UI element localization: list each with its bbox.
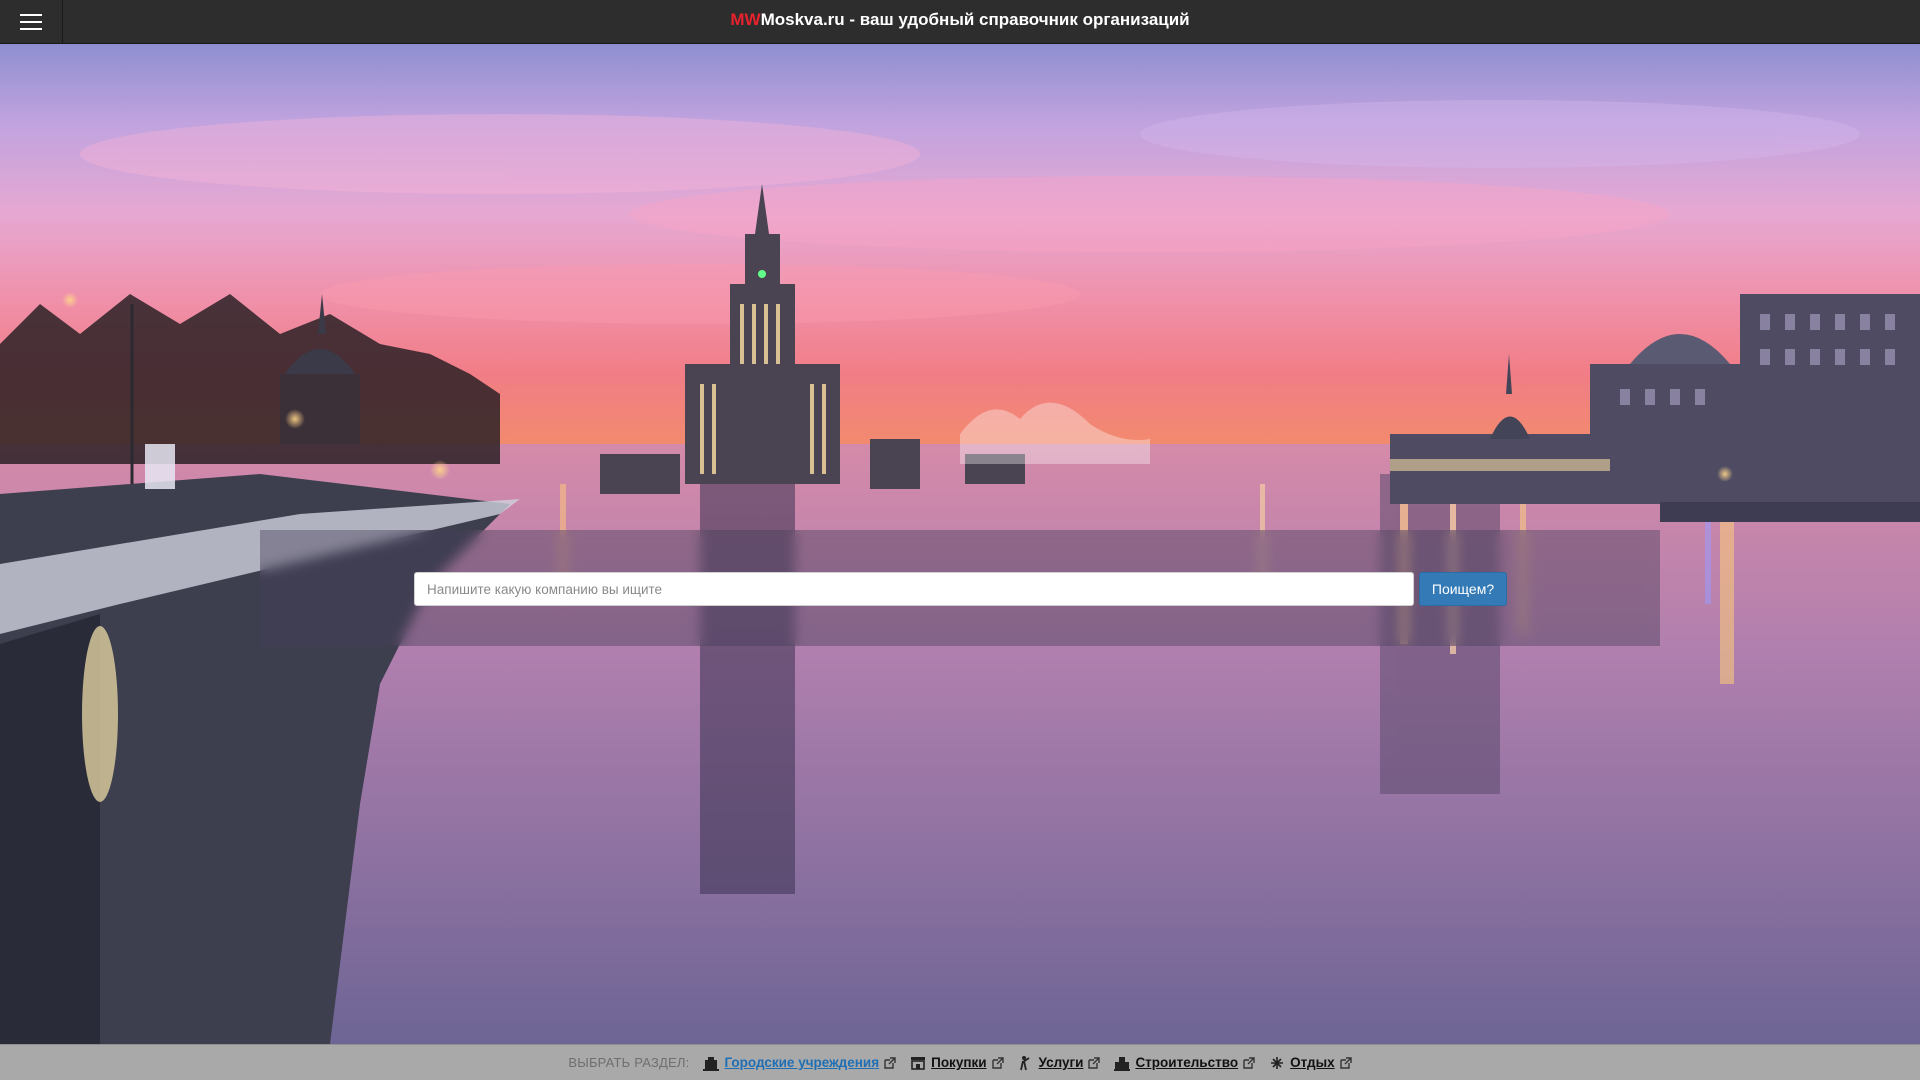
category-item-city-institutions[interactable]: Городские учреждения [703,1055,896,1071]
construction-icon [1114,1055,1131,1071]
category-link-construction[interactable]: Строительство [1135,1055,1238,1070]
category-link-leisure[interactable]: Отдых [1290,1055,1335,1070]
category-list: ВЫБРАТЬ РАЗДЕЛ: Городские учреждения Пок… [568,1055,1352,1071]
category-bar: ВЫБРАТЬ РАЗДЕЛ: Городские учреждения Пок… [0,1044,1920,1080]
external-link-icon [991,1056,1004,1069]
hero-background: Поищем? [0,44,1920,1044]
external-link-icon [884,1056,896,1069]
leisure-icon [1269,1055,1285,1071]
category-item-leisure[interactable]: Отдых [1269,1055,1352,1071]
search-input[interactable] [414,572,1414,606]
category-item-shopping[interactable]: Покупки [910,1055,1004,1071]
external-link-icon [1088,1056,1101,1069]
hamburger-icon [20,13,42,30]
institution-icon [703,1055,720,1071]
category-link-services[interactable]: Услуги [1039,1055,1084,1070]
search-panel: Поищем? [260,530,1660,646]
top-bar: MWMoskva.ru - ваш удобный справочник орг… [0,0,1920,44]
service-person-icon [1018,1055,1034,1071]
menu-button[interactable] [0,0,63,44]
external-link-icon [1339,1056,1352,1069]
site-title: MWMoskva.ru - ваш удобный справочник орг… [0,0,1920,44]
category-label: ВЫБРАТЬ РАЗДЕЛ: [568,1055,690,1070]
external-link-icon [1243,1056,1255,1069]
brand-title: Moskva.ru - ваш удобный справочник орган… [760,10,1190,29]
category-item-construction[interactable]: Строительство [1114,1055,1255,1071]
brand-accent: MW [730,10,761,29]
search-button[interactable]: Поищем? [1419,572,1507,606]
category-item-services[interactable]: Услуги [1018,1055,1101,1071]
category-link-city-institutions[interactable]: Городские учреждения [724,1055,879,1070]
category-link-shopping[interactable]: Покупки [931,1055,986,1070]
shop-icon [910,1055,926,1071]
